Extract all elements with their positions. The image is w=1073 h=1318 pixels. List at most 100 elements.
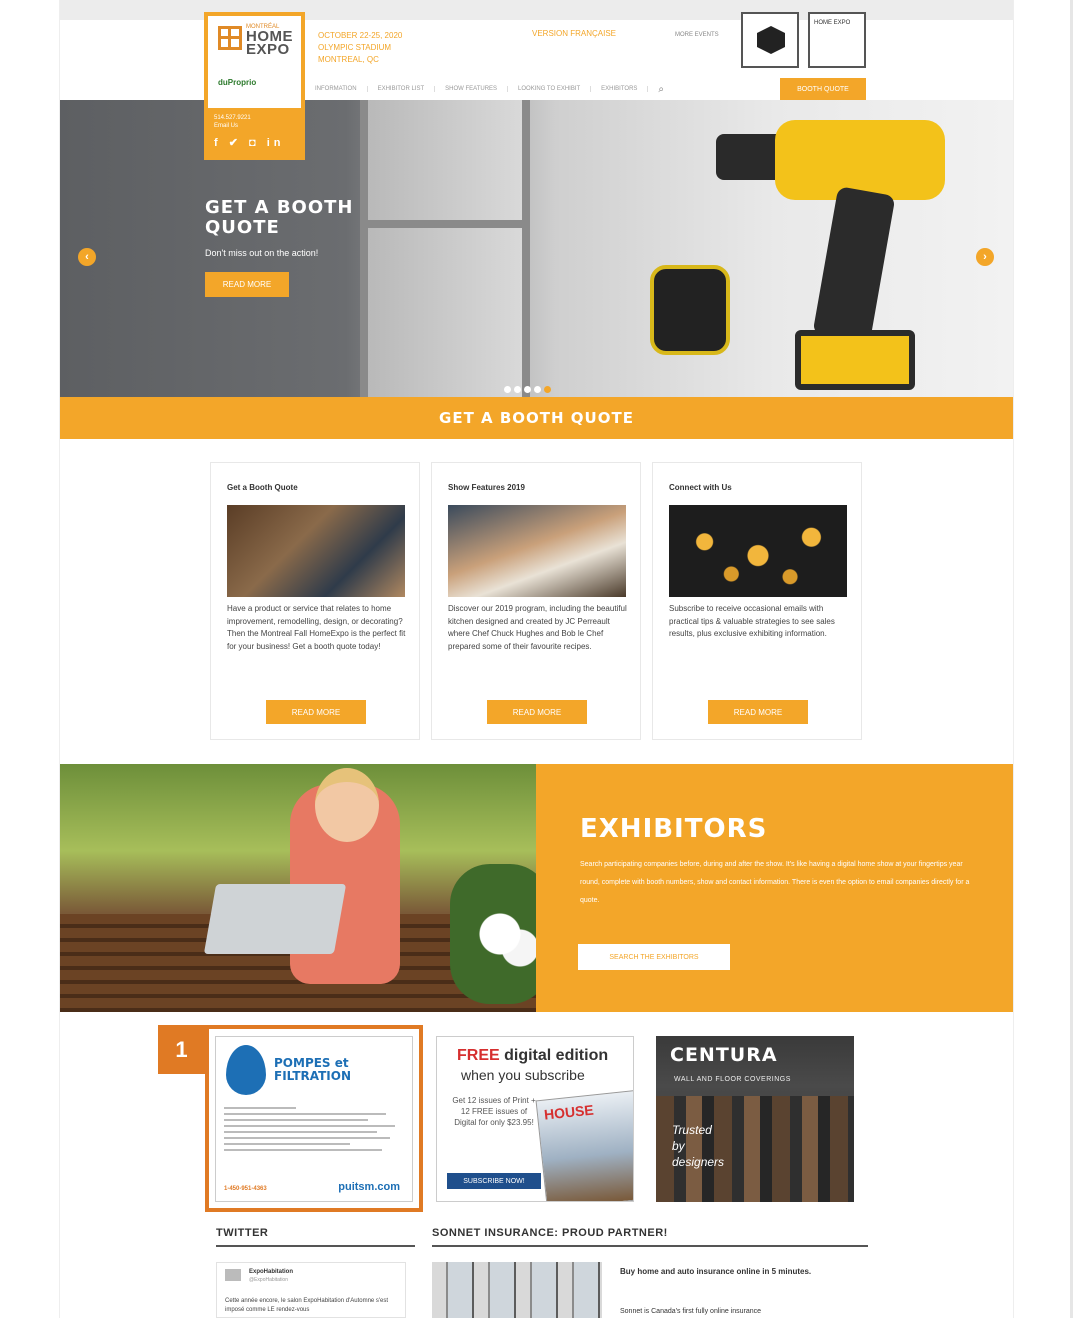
feature-card-show-features: Show Features 2019 Discover our 2019 pro… [431,462,641,740]
event-city: MONTREAL, QC [318,55,379,64]
carousel-dots [504,386,551,393]
tweet-text: Cette année encore, le salon ExpoHabitat… [225,1298,389,1313]
nav-item-exhibitor-list[interactable]: EXHIBITOR LIST [368,86,436,92]
ad-offer: Get 12 issues of Print + 12 FREE issues … [452,1096,536,1127]
card-image[interactable] [227,505,405,597]
carousel-dot[interactable] [524,386,531,393]
card-text: Discover our 2019 program, including the… [448,604,627,651]
more-events-link[interactable]: MORE EVENTS [675,32,719,38]
partner-badge-stadium[interactable] [741,12,799,68]
ad-headline: FREE digital edition [457,1047,608,1065]
magazine-cover-title: HOUSE [543,1101,595,1123]
booth-quote-nav-button[interactable]: BOOTH QUOTE [780,78,866,100]
nav-item-show-features[interactable]: SHOW FEATURES [435,86,509,92]
hero-window-image [360,100,530,397]
ad-subline: when you subscribe [461,1067,585,1083]
exhibitors-title: EXHIBITORS [580,814,768,844]
logo-wordmark: HOME EXPO [246,29,293,58]
drill-body-image [775,120,945,200]
contact-email-link[interactable]: Email Us [214,122,301,130]
card-image[interactable] [448,505,626,597]
flowers-image [450,864,536,1004]
tape-measure-image [650,265,730,355]
hero-title-line-1: GET A BOOTH [205,197,354,218]
social-icons[interactable]: f ✔ ◘ in [208,136,301,149]
exhibitors-photo [60,764,536,1012]
search-exhibitors-button[interactable]: SEARCH THE EXHIBITORS [578,944,730,970]
card-text: Subscribe to receive occasional emails w… [669,604,835,639]
drill-handle-image [812,186,896,344]
sonnet-closet-image[interactable] [432,1262,602,1318]
card-title: Get a Booth Quote [227,483,298,492]
main-nav: INFORMATION EXHIBITOR LIST SHOW FEATURES… [305,80,674,98]
exhibitors-panel: EXHIBITORS Search participating companie… [536,764,1013,1012]
centura-tagline: Trusted by designers [672,1122,724,1170]
search-icon[interactable]: ⌕ [648,84,674,95]
twitter-heading: TWITTER [216,1227,415,1247]
nav-item-information[interactable]: INFORMATION [305,86,368,92]
tweet-account-handle[interactable]: @ExpoHabitation [249,1277,288,1283]
logo-block[interactable]: MONTRÉAL HOME EXPO duProprio 514.527.922… [204,12,305,160]
avatar[interactable] [225,1269,241,1281]
card-title: Connect with Us [669,483,732,492]
partner-badge-homeexpo[interactable]: HOME EXPO [808,12,866,68]
carousel-next-icon[interactable]: › [976,248,994,266]
event-venue: OLYMPIC STADIUM [318,43,392,52]
card-image[interactable] [669,505,847,597]
event-info: OCTOBER 22-25, 2020 OLYMPIC STADIUM MONT… [318,30,402,66]
twitter-feed[interactable]: ExpoHabitation @ExpoHabitation Cette ann… [216,1262,406,1318]
carousel-dot-active[interactable] [544,386,551,393]
tweet-account-name[interactable]: ExpoHabitation [249,1269,293,1275]
ad-centura[interactable]: CENTURA WALL AND FLOOR COVERINGS Trusted… [656,1036,854,1202]
centura-logo: CENTURA [670,1044,778,1066]
subscribe-now-button[interactable]: SUBSCRIBE NOW! [447,1173,541,1189]
hexagon-icon [757,26,785,54]
feature-card-connect: Connect with Us Subscribe to receive occ… [652,462,862,740]
magazine-cover-image: HOUSE [535,1090,633,1201]
hero-title-line-2: QUOTE [205,217,280,238]
tagline-line-2: by [672,1139,685,1153]
top-strip [60,0,1013,20]
laptop-image [203,884,347,954]
tagline-line-1: Trusted [672,1123,712,1137]
logo-grid-icon [218,26,242,50]
card-read-more-button[interactable]: READ MORE [487,700,587,724]
card-read-more-button[interactable]: READ MORE [266,700,366,724]
sponsor-logo[interactable]: duProprio [218,78,256,87]
language-link[interactable]: VERSION FRANÇAISE [532,29,616,38]
nav-item-looking-to-exhibit[interactable]: LOOKING TO EXHIBIT [508,86,592,92]
ad-headline-rest: digital edition [499,1047,609,1064]
ad-free-label: FREE [457,1047,500,1064]
exhibitors-text: Search participating companies before, d… [580,861,970,904]
carousel-dot[interactable] [504,386,511,393]
card-read-more-button[interactable]: READ MORE [708,700,808,724]
annotation-marker: 1 [158,1025,205,1074]
tagline-line-3: designers [672,1155,725,1169]
centura-subtitle: WALL AND FLOOR COVERINGS [674,1076,791,1083]
ad-magazine-subscription[interactable]: FREE digital edition when you subscribe … [436,1036,634,1202]
page-margin-left [0,0,60,1318]
hero-title: GET A BOOTH QUOTE [205,198,353,238]
carousel-prev-icon[interactable]: ‹ [78,248,96,266]
event-dates: OCTOBER 22-25, 2020 [318,31,403,40]
hero-carousel: GET A BOOTH QUOTE Don't miss out on the … [60,100,1013,397]
carousel-dot[interactable] [534,386,541,393]
annotation-highlight-box [205,1025,423,1212]
booth-quote-banner[interactable]: GET A BOOTH QUOTE [60,397,1013,439]
drill-battery-image [795,330,915,390]
sonnet-body: Sonnet is Canada's first fully online in… [620,1308,762,1315]
nav-item-exhibitors[interactable]: EXHIBITORS [591,86,649,92]
hero-read-more-button[interactable]: READ MORE [205,272,289,297]
logo-line-2: EXPO [246,41,290,58]
sonnet-heading: SONNET INSURANCE: PROUD PARTNER! [432,1227,868,1247]
carousel-dot[interactable] [514,386,521,393]
contact-phone[interactable]: 514.527.9221 [214,114,301,122]
woman-head-image [315,768,379,842]
card-text: Have a product or service that relates t… [227,604,406,651]
card-title: Show Features 2019 [448,483,525,492]
badge-label: HOME EXPO [814,20,851,26]
feature-card-booth-quote: Get a Booth Quote Have a product or serv… [210,462,420,740]
logo[interactable]: MONTRÉAL HOME EXPO duProprio [208,16,301,108]
sonnet-headline: Buy home and auto insurance online in 5 … [620,1267,812,1276]
page-margin-right [1013,0,1073,1318]
